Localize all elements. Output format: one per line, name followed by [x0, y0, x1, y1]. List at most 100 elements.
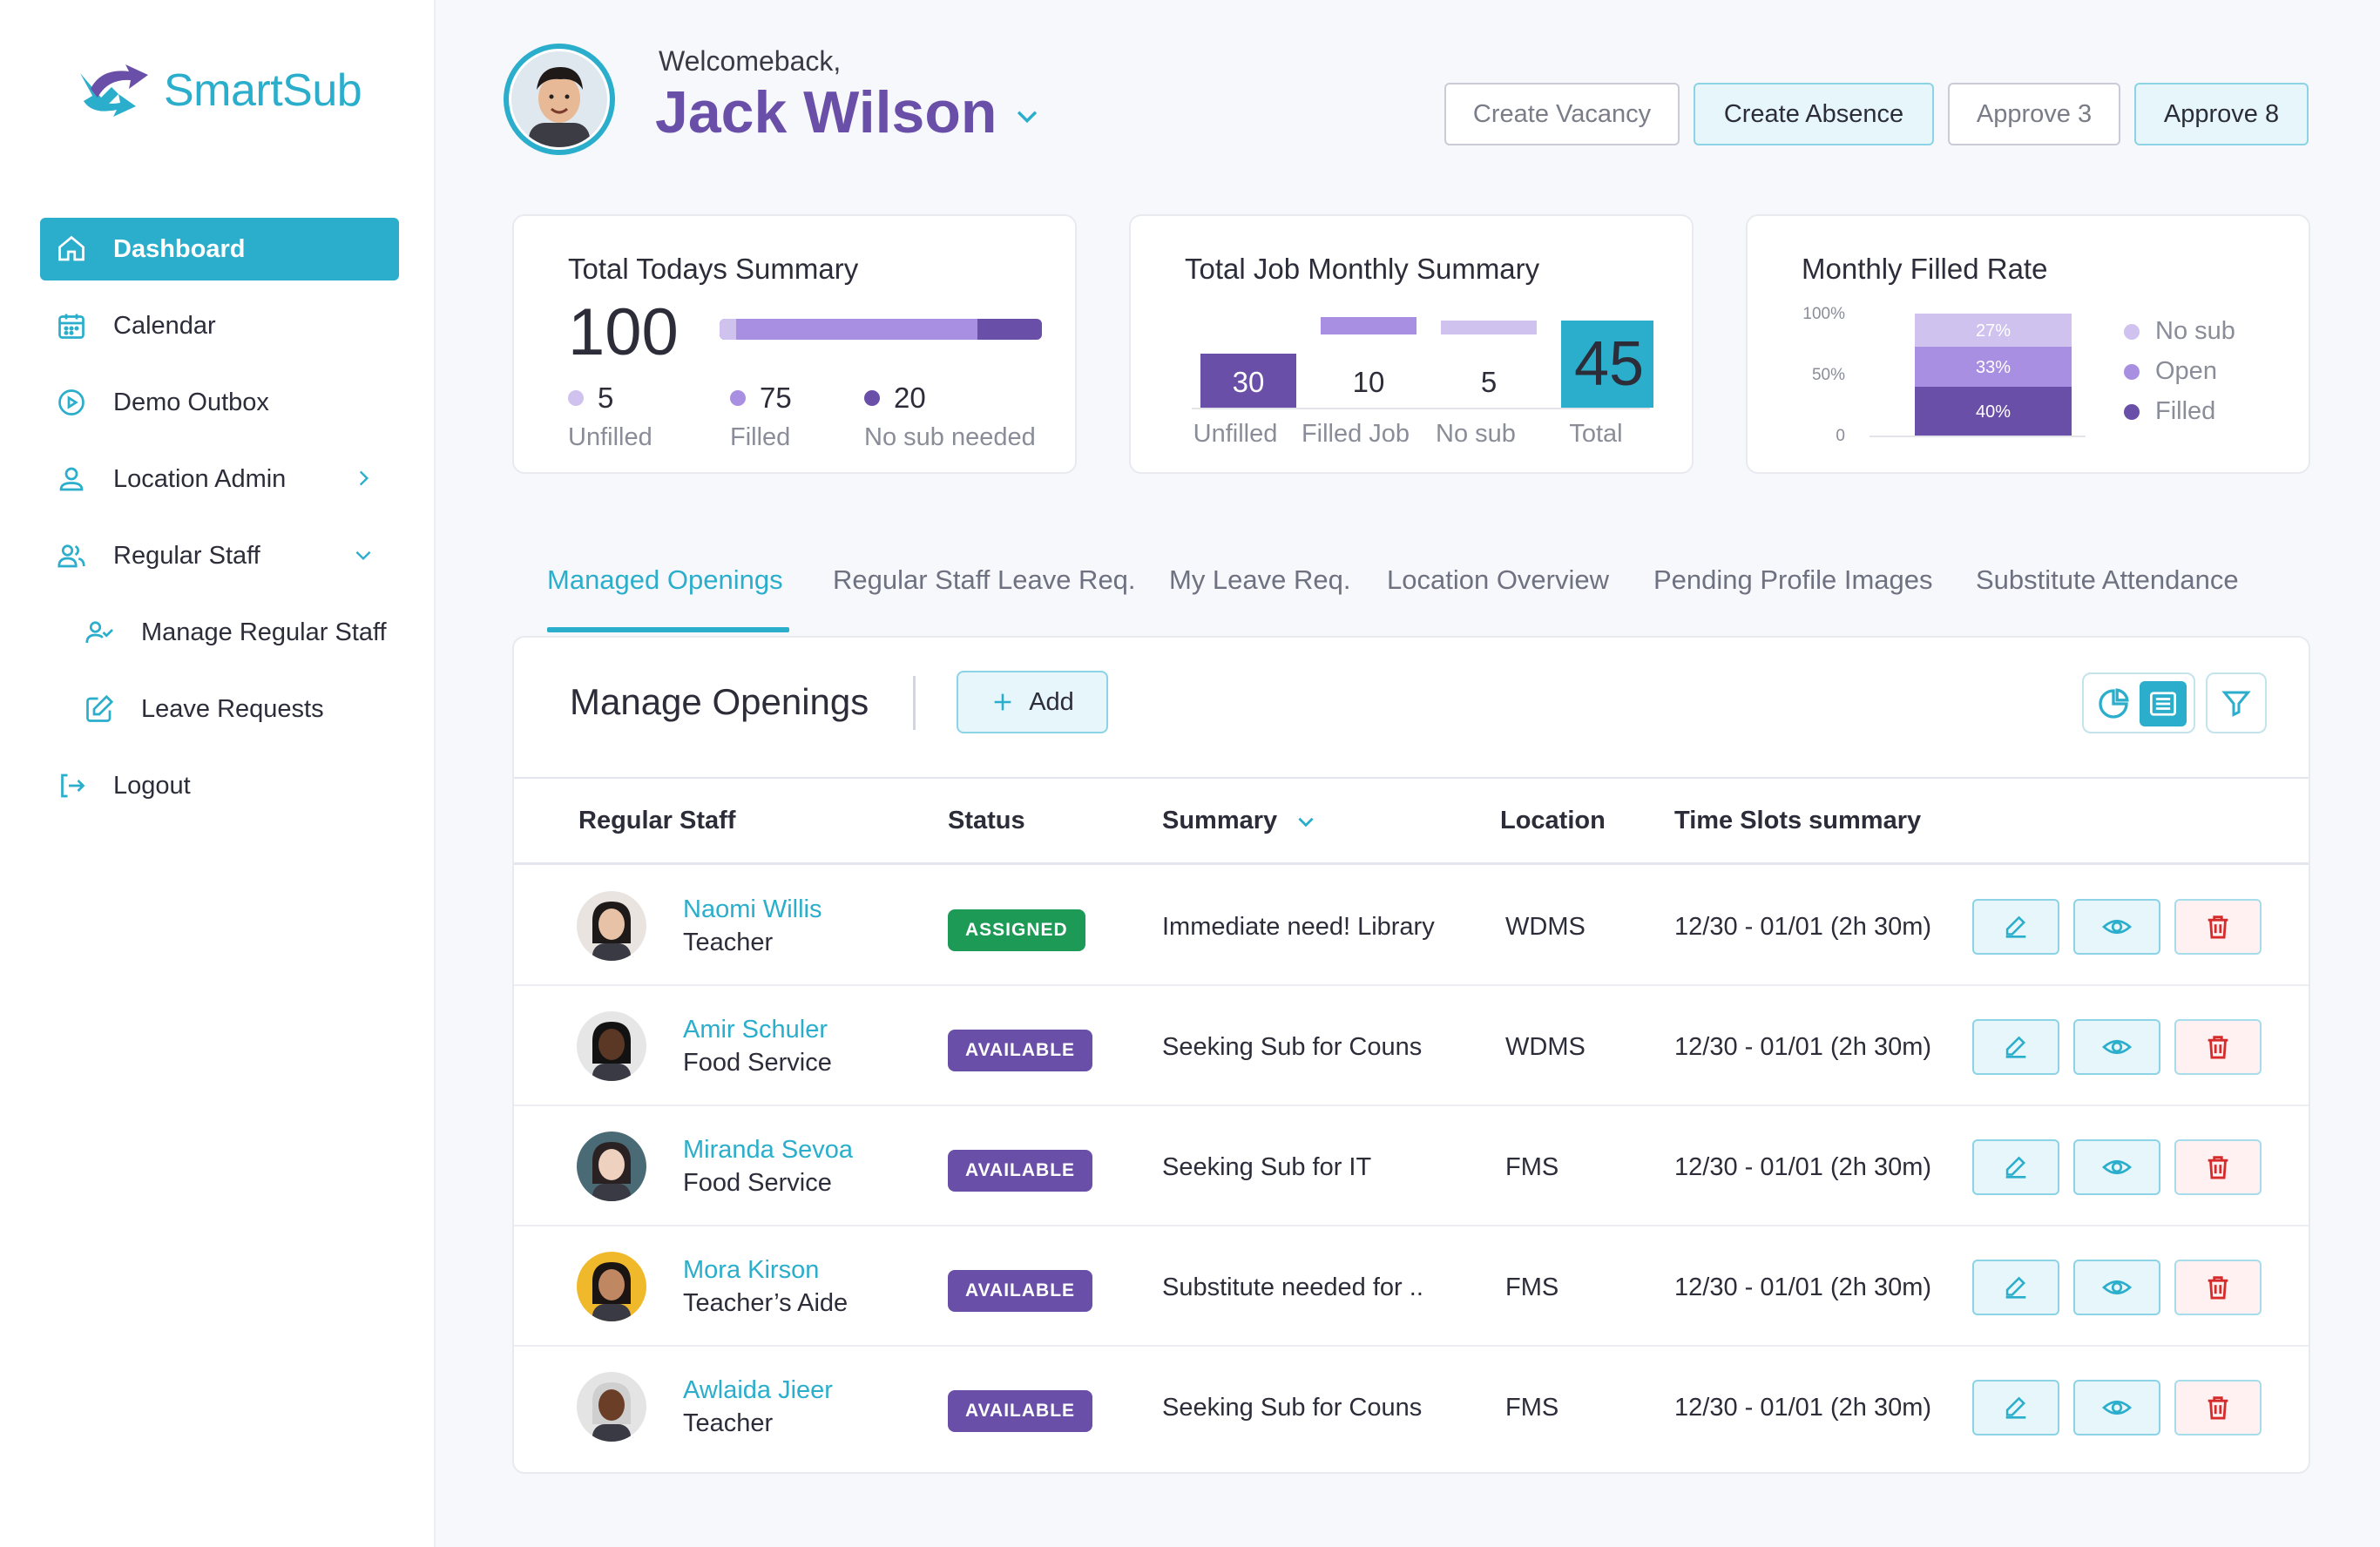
view-button[interactable] — [2073, 1380, 2160, 1436]
delete-button[interactable] — [2174, 1260, 2262, 1315]
manage-openings-panel: Manage Openings Add Regular Staff Status… — [512, 636, 2310, 1474]
x-tick-label: Filled Job — [1301, 420, 1410, 448]
staff-avatar[interactable] — [577, 891, 646, 961]
sidebar-item-calendar[interactable]: Calendar — [40, 294, 399, 357]
chevron-right-icon[interactable] — [352, 467, 375, 490]
time-slot-summary: 12/30 - 01/01 (2h 30m) — [1674, 913, 1932, 941]
delete-button[interactable] — [2174, 1019, 2262, 1075]
tab-regular-staff-leave-req[interactable]: Regular Staff Leave Req. — [833, 564, 1136, 596]
column-header-time-slots[interactable]: Time Slots summary — [1674, 807, 1921, 835]
approve-3-button[interactable]: Approve 3 — [1948, 83, 2120, 145]
column-header-summary[interactable]: Summary — [1162, 807, 1317, 835]
column-header-location[interactable]: Location — [1500, 807, 1606, 835]
filled-rate-chart: 100% 50% 0 40% 33% 27% — [1802, 305, 2086, 445]
sidebar: SmartSub Dashboard Calendar Demo Outbox … — [0, 0, 436, 1547]
sidebar-item-dashboard[interactable]: Dashboard — [40, 218, 399, 280]
staff-name-link[interactable]: Naomi Willis — [683, 895, 822, 924]
edit-button[interactable] — [1972, 899, 2059, 955]
create-absence-button[interactable]: Create Absence — [1694, 83, 1934, 145]
staff-photo-icon — [577, 1372, 646, 1442]
staff-avatar[interactable] — [577, 1132, 646, 1201]
staff-avatar[interactable] — [577, 1372, 646, 1442]
chevron-down-icon[interactable] — [1295, 810, 1317, 833]
delete-button[interactable] — [2174, 1139, 2262, 1195]
open-dot-icon — [2124, 364, 2140, 381]
trash-icon — [2208, 1396, 2228, 1420]
header-divider — [514, 862, 2309, 865]
sidebar-item-logout[interactable]: Logout — [40, 754, 399, 817]
time-slot-summary: 12/30 - 01/01 (2h 30m) — [1674, 1153, 1932, 1181]
eye-icon — [2101, 919, 2133, 935]
view-button[interactable] — [2073, 899, 2160, 955]
staff-avatar[interactable] — [577, 1011, 646, 1081]
delete-button[interactable] — [2174, 899, 2262, 955]
bar-value-label: 10 — [1353, 366, 1385, 398]
edit-button[interactable] — [1972, 1019, 2059, 1075]
delete-button[interactable] — [2174, 1380, 2262, 1436]
staff-name-link[interactable]: Awlaida Jieer — [683, 1376, 833, 1405]
sidebar-item-label: Location Admin — [113, 464, 287, 493]
sidebar-item-leave-requests[interactable]: Leave Requests — [68, 678, 399, 740]
staff-role: Teacher — [683, 929, 774, 956]
sidebar-item-manage-regular-staff[interactable]: Manage Regular Staff — [68, 601, 399, 664]
staff-name-link[interactable]: Miranda Sevoa — [683, 1136, 853, 1165]
sidebar-item-regular-staff[interactable]: Regular Staff — [40, 524, 399, 587]
opening-location: FMS — [1505, 1273, 1559, 1301]
column-header-status[interactable]: Status — [948, 807, 1025, 835]
smartsub-logo[interactable]: SmartSub — [75, 63, 362, 118]
table-row: Amir Schuler Food Service AVAILABLE Seeking… — [514, 986, 2309, 1106]
sidebar-item-label: Leave Requests — [141, 694, 324, 723]
stat-label: Unfilled — [568, 423, 652, 451]
staff-role: Teacher’s Aide — [683, 1289, 849, 1317]
tab-substitute-attendance[interactable]: Substitute Attendance — [1976, 564, 2239, 596]
staff-name-link[interactable]: Amir Schuler — [683, 1016, 828, 1044]
tab-managed-openings[interactable]: Managed Openings — [547, 564, 783, 596]
view-button[interactable] — [2073, 1019, 2160, 1075]
status-badge: AVAILABLE — [948, 1390, 1093, 1432]
stat-label: No sub needed — [864, 423, 1036, 451]
eye-icon — [2101, 1039, 2133, 1055]
edit-button[interactable] — [1972, 1139, 2059, 1195]
user-avatar[interactable] — [504, 44, 615, 155]
staff-name-link[interactable]: Mora Kirson — [683, 1256, 819, 1285]
legend-open: Open — [2124, 357, 2217, 386]
sidebar-item-label: Demo Outbox — [113, 388, 269, 416]
view-button[interactable] — [2073, 1139, 2160, 1195]
stat-value: 20 — [894, 382, 926, 414]
card-title: Total Todays Summary — [568, 253, 859, 285]
view-button[interactable] — [2073, 1260, 2160, 1315]
eye-icon — [2101, 1159, 2133, 1175]
trash-icon — [2208, 915, 2228, 939]
chevron-down-icon[interactable] — [1012, 101, 1042, 131]
edit-square-icon — [86, 694, 114, 722]
edit-button[interactable] — [1972, 1380, 2059, 1436]
user-photo-icon — [511, 51, 607, 147]
tab-pending-profile-images[interactable]: Pending Profile Images — [1653, 564, 1933, 596]
trash-icon — [2208, 1156, 2228, 1179]
y-tick-label: 50% — [1812, 366, 1845, 384]
bar-value-label: 45 — [1574, 329, 1644, 399]
pencil-icon — [2005, 915, 2026, 938]
pie-chart-icon[interactable] — [2096, 686, 2131, 721]
sidebar-item-demo-outbox[interactable]: Demo Outbox — [40, 371, 399, 434]
edit-button[interactable] — [1972, 1260, 2059, 1315]
column-header-regular-staff[interactable]: Regular Staff — [578, 807, 735, 835]
approve-8-button[interactable]: Approve 8 — [2134, 83, 2309, 145]
staff-avatar[interactable] — [577, 1252, 646, 1321]
tab-my-leave-req[interactable]: My Leave Req. — [1169, 564, 1351, 596]
tab-location-overview[interactable]: Location Overview — [1387, 564, 1609, 596]
calendar-icon — [58, 314, 85, 339]
time-slot-summary: 12/30 - 01/01 (2h 30m) — [1674, 1394, 1932, 1422]
trash-icon — [2208, 1036, 2228, 1059]
list-view-button[interactable] — [2140, 681, 2187, 726]
sidebar-item-label: Dashboard — [113, 234, 246, 263]
chevron-down-icon[interactable] — [352, 544, 375, 566]
sidebar-item-label: Regular Staff — [113, 541, 260, 570]
table-row: Miranda Sevoa Food Service AVAILABLE Seekin… — [514, 1106, 2309, 1226]
add-button[interactable]: Add — [957, 671, 1108, 733]
create-vacancy-button[interactable]: Create Vacancy — [1444, 83, 1680, 145]
sidebar-item-location-admin[interactable]: Location Admin — [40, 448, 399, 510]
filter-button[interactable] — [2206, 672, 2267, 733]
table-row: Mora Kirson Teacher’s Aide AVAILABLE Substi… — [514, 1226, 2309, 1347]
legend-label: Open — [2155, 357, 2217, 385]
